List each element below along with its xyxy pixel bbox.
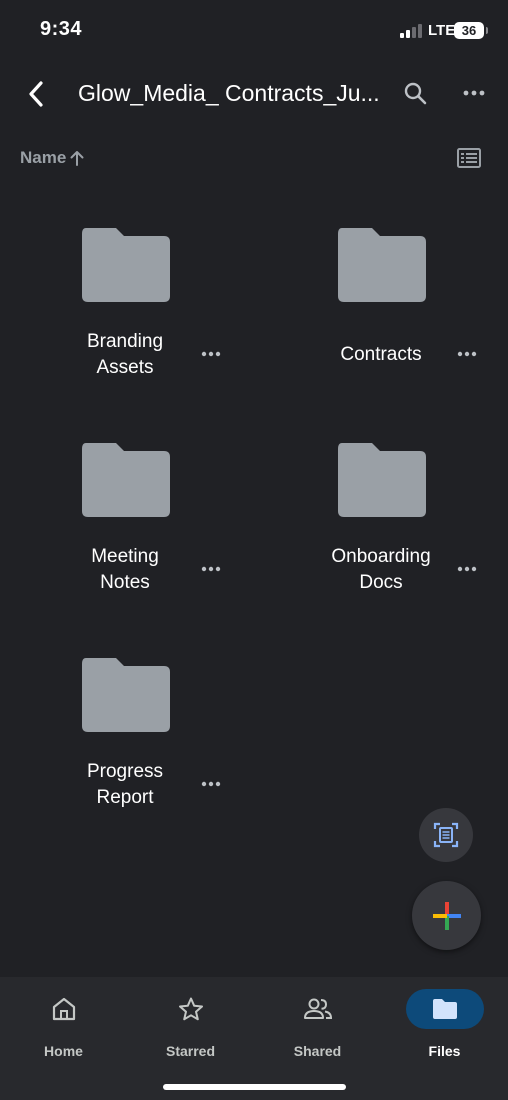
folder-contracts[interactable]: Contracts (256, 192, 508, 407)
folder-icon (432, 999, 457, 1019)
nav-shared[interactable]: Shared (254, 987, 381, 1063)
folder-icon (82, 443, 170, 517)
folder-name: Branding Assets (86, 331, 164, 378)
nav-label: Files (428, 1043, 461, 1059)
search-button[interactable] (398, 76, 432, 110)
folder-name: Meeting Notes (91, 546, 159, 593)
folder-onboarding-docs[interactable]: Onboarding Docs (256, 407, 508, 622)
list-view-icon (457, 148, 481, 168)
star-icon (178, 997, 203, 1021)
page-title: Glow_Media_ Contracts_Ju... (78, 80, 378, 106)
home-indicator (163, 1084, 346, 1090)
plus-icon (432, 901, 461, 930)
network-type: LTE (428, 22, 456, 39)
sort-label: Name (20, 148, 67, 167)
document-scanner-icon (433, 822, 459, 848)
folder-progress-report[interactable]: Progress Report (0, 622, 254, 837)
search-icon (404, 82, 427, 105)
arrow-up-icon (70, 151, 84, 166)
more-horizontal-icon (463, 90, 485, 96)
folder-name: Contracts (340, 344, 422, 365)
more-horizontal-icon (201, 781, 221, 787)
nav-files[interactable]: Files (381, 987, 508, 1063)
nav-label: Starred (165, 1043, 216, 1059)
chevron-left-icon (29, 81, 43, 107)
folder-name: Onboarding Docs (331, 546, 431, 593)
folder-icon (82, 658, 170, 732)
folder-more-button[interactable] (452, 554, 482, 584)
folder-meeting-notes[interactable]: Meeting Notes (0, 407, 254, 622)
more-horizontal-icon (457, 351, 477, 357)
folder-branding-assets[interactable]: Branding Assets (0, 192, 254, 407)
list-view-toggle[interactable] (456, 146, 482, 170)
nav-label: Shared (293, 1043, 342, 1059)
folder-more-button[interactable] (196, 554, 226, 584)
more-horizontal-icon (201, 566, 221, 572)
nav-home[interactable]: Home (0, 987, 127, 1063)
nav-label: Home (44, 1043, 83, 1059)
folder-icon (338, 443, 426, 517)
folder-more-button[interactable] (196, 339, 226, 369)
sort-button[interactable]: Name (20, 148, 84, 168)
folder-icon (338, 228, 426, 302)
home-icon (52, 997, 75, 1021)
folder-name: Progress Report (86, 761, 164, 808)
more-options-button[interactable] (456, 76, 492, 110)
back-button[interactable] (18, 76, 54, 112)
people-icon (303, 998, 332, 1019)
more-horizontal-icon (457, 566, 477, 572)
nav-starred[interactable]: Starred (127, 987, 254, 1063)
new-item-button[interactable] (412, 881, 481, 950)
scan-document-button[interactable] (419, 808, 473, 862)
battery-level: 36 (454, 22, 488, 39)
more-horizontal-icon (201, 351, 221, 357)
folder-more-button[interactable] (452, 339, 482, 369)
status-time: 9:34 (40, 18, 83, 40)
folder-more-button[interactable] (196, 769, 226, 799)
signal-strength-icon (400, 24, 422, 38)
folder-icon (82, 228, 170, 302)
bottom-navigation: Home Starred Shared Files (0, 977, 508, 1100)
